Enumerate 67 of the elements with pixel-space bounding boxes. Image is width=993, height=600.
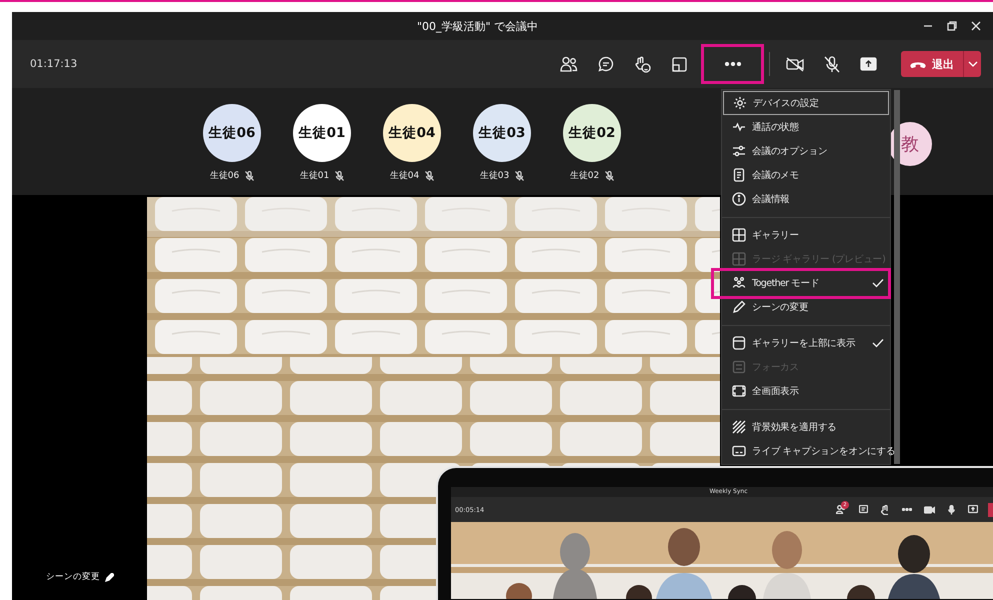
menu-item[interactable]: ギャラリーを上部に表示: [722, 331, 890, 355]
settings-icon: [733, 96, 747, 110]
pencil-icon: [732, 300, 746, 314]
checkmark-icon: [872, 278, 884, 288]
raised-hand-icon: [634, 56, 651, 72]
participant-name: 生徒01: [300, 170, 330, 182]
participant-name: 生徒04: [390, 170, 420, 182]
avatar: 生徒06: [203, 104, 261, 162]
menu-item[interactable]: 背景効果を適用する: [722, 415, 890, 439]
more-icon: [902, 508, 912, 511]
focus-icon: [732, 360, 746, 374]
captions-icon: [732, 444, 746, 458]
menu-item[interactable]: ギャラリー: [722, 223, 890, 247]
menu-item[interactable]: シーンの変更: [722, 295, 890, 319]
chat-icon: [858, 505, 868, 514]
muted-microphone-icon: [425, 170, 434, 180]
chat-icon: [598, 56, 614, 72]
muted-microphone-icon: [605, 170, 614, 180]
avatar: 生徒04: [383, 104, 441, 162]
microphone-off-icon: [824, 56, 840, 72]
pulse-icon: [732, 120, 746, 134]
pencil-icon: [105, 572, 114, 582]
menu-item[interactable]: 通話の状態: [722, 115, 890, 139]
info-icon: [732, 192, 746, 206]
window-title: "00_学級活動" で会議中: [416, 18, 540, 34]
grid-icon: [732, 252, 746, 266]
chevron-down-icon: [968, 61, 978, 67]
microphone-icon: [948, 504, 954, 514]
more-icon: [724, 62, 740, 66]
avatar: 生徒01: [293, 104, 351, 162]
people-icon: [560, 56, 578, 72]
phone-icon: [910, 60, 926, 68]
menu-item[interactable]: 会議情報: [722, 187, 890, 211]
panel-icon: [732, 336, 746, 350]
muted-microphone-icon: [515, 170, 524, 180]
avatar: 生徒03: [473, 104, 531, 162]
more-button[interactable]: [704, 47, 761, 81]
leave-button[interactable]: 退出: [901, 51, 963, 77]
participant-name: 生徒03: [480, 170, 510, 182]
share-screen-icon: [968, 505, 978, 514]
raised-hand-icon: [880, 504, 890, 514]
menu-item[interactable]: 会議のメモ: [722, 163, 890, 187]
fullscreen-icon: [732, 384, 746, 398]
participant-name: 生徒06: [210, 170, 240, 182]
menu-item[interactable]: 全画面表示: [722, 379, 890, 403]
window-icon: [672, 56, 687, 72]
participant-name: 生徒02: [570, 170, 600, 182]
checkmark-icon: [872, 338, 884, 348]
change-scene-button[interactable]: シーンの変更: [44, 569, 116, 585]
sliders-icon: [732, 144, 746, 158]
menu-item[interactable]: デバイスの設定: [723, 91, 889, 115]
share-screen-icon: [860, 57, 877, 71]
group-icon: [732, 276, 746, 290]
notes-icon: [732, 168, 746, 182]
leave-options-button[interactable]: [963, 51, 981, 77]
call-timer: 01:17:13: [30, 58, 78, 70]
camera-off-icon: [786, 56, 804, 72]
muted-microphone-icon: [335, 170, 344, 180]
avatar: 生徒02: [563, 104, 621, 162]
camera-icon: [924, 506, 934, 514]
muted-microphone-icon: [245, 170, 254, 180]
stripes-icon: [732, 420, 746, 434]
grid-icon: [732, 228, 746, 242]
restore-icon: [947, 21, 957, 31]
menu-item[interactable]: 会議のオプション: [722, 139, 890, 163]
close-icon: [971, 21, 981, 31]
menu-item[interactable]: Together モード: [722, 271, 890, 295]
